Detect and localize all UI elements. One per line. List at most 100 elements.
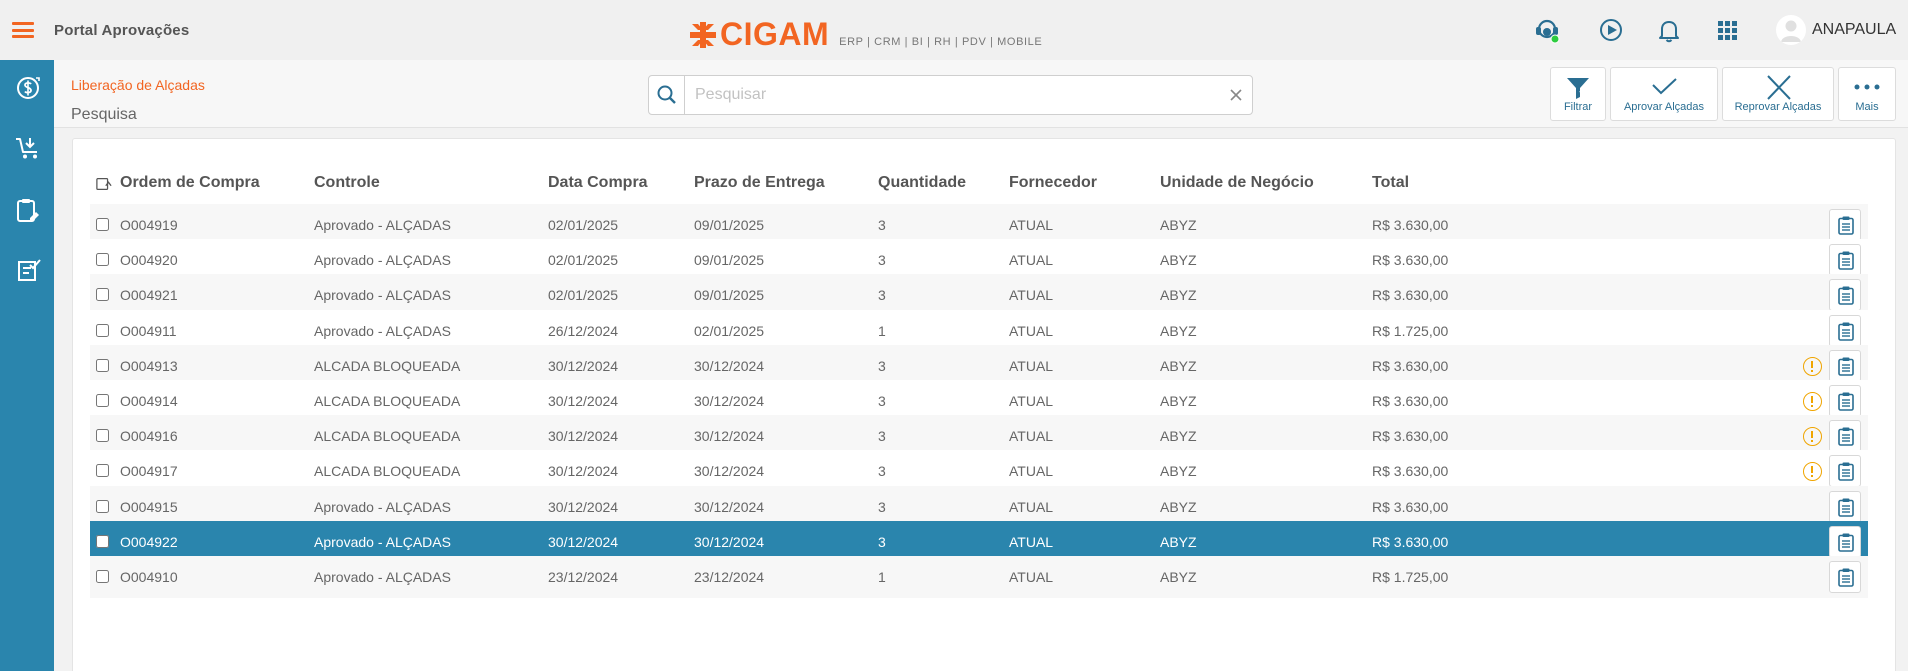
column-header-control[interactable]: Controle bbox=[314, 174, 380, 192]
cell-supplier: ATUAL bbox=[1009, 393, 1054, 409]
cell-date: 02/01/2025 bbox=[548, 287, 619, 304]
row-checkbox[interactable] bbox=[96, 570, 109, 583]
cell-unit: ABYZ bbox=[1160, 463, 1197, 480]
cell-quantity: 3 bbox=[878, 217, 886, 233]
play-circle-icon[interactable] bbox=[1597, 16, 1625, 44]
column-header-supplier[interactable]: Fornecedor bbox=[1009, 174, 1097, 192]
clipboard-icon bbox=[1838, 462, 1854, 482]
cell-quantity: 3 bbox=[878, 252, 886, 269]
cell-total: R$ 1.725,00 bbox=[1372, 322, 1449, 339]
search-button[interactable] bbox=[649, 76, 685, 114]
filter-button[interactable]: Filtrar bbox=[1550, 67, 1606, 121]
checklist-icon[interactable] bbox=[14, 256, 42, 284]
column-header-date[interactable]: Data Compra bbox=[548, 174, 648, 192]
cell-date: 02/01/2025 bbox=[548, 217, 619, 233]
warning-icon[interactable] bbox=[1803, 462, 1822, 482]
row-checkbox[interactable] bbox=[96, 394, 109, 407]
cell-total: R$ 3.630,00 bbox=[1372, 217, 1449, 233]
row-checkbox[interactable] bbox=[96, 288, 109, 302]
clipboard-icon bbox=[1838, 357, 1854, 376]
row-detail-button[interactable] bbox=[1829, 561, 1861, 593]
user-menu[interactable]: ANAPAULA bbox=[1776, 15, 1896, 45]
breadcrumb[interactable]: Liberação de Alçadas bbox=[71, 77, 205, 93]
row-detail-button[interactable] bbox=[1829, 279, 1861, 312]
cell-date: 23/12/2024 bbox=[548, 569, 619, 585]
cell-order: O004917 bbox=[120, 463, 178, 480]
row-detail-button[interactable] bbox=[1829, 209, 1861, 241]
app-title: Portal Aprovações bbox=[54, 22, 190, 39]
row-detail-button[interactable] bbox=[1829, 490, 1861, 523]
row-detail-button[interactable] bbox=[1829, 385, 1861, 417]
cell-order: O004920 bbox=[120, 252, 178, 269]
cell-quantity: 3 bbox=[878, 428, 886, 445]
cell-order: O004921 bbox=[120, 287, 178, 304]
brand-tagline: ERP | CRM | BI | RH | PDV | MOBILE bbox=[839, 36, 1043, 48]
row-detail-button[interactable] bbox=[1829, 525, 1861, 558]
reject-button[interactable]: Reprovar Alçadas bbox=[1722, 67, 1834, 121]
row-detail-button[interactable] bbox=[1829, 349, 1861, 382]
more-button[interactable]: Mais bbox=[1838, 67, 1896, 121]
warning-icon[interactable] bbox=[1803, 427, 1822, 447]
search-input[interactable] bbox=[695, 85, 1215, 105]
row-checkbox[interactable] bbox=[96, 429, 109, 443]
cell-order: O004910 bbox=[120, 569, 178, 585]
cell-supplier: ATUAL bbox=[1009, 287, 1054, 304]
cell-control: Aprovado - ALÇADAS bbox=[314, 533, 451, 550]
column-header-deadline[interactable]: Prazo de Entrega bbox=[694, 174, 825, 192]
row-checkbox[interactable] bbox=[96, 218, 109, 231]
cell-deadline: 23/12/2024 bbox=[694, 569, 765, 585]
cell-deadline: 30/12/2024 bbox=[694, 533, 765, 550]
row-detail-button[interactable] bbox=[1829, 420, 1861, 453]
finance-icon[interactable] bbox=[14, 74, 42, 102]
cart-download-icon[interactable] bbox=[14, 134, 42, 162]
row-checkbox[interactable] bbox=[96, 499, 109, 513]
clipboard-edit-icon[interactable] bbox=[14, 196, 42, 224]
search-bar bbox=[648, 75, 1253, 115]
cell-unit: ABYZ bbox=[1160, 322, 1197, 339]
cell-supplier: ATUAL bbox=[1009, 498, 1054, 515]
hamburger-menu-icon[interactable] bbox=[12, 22, 34, 38]
warning-icon[interactable] bbox=[1803, 392, 1822, 411]
row-checkbox[interactable] bbox=[96, 253, 109, 267]
column-header-total[interactable]: Total bbox=[1372, 174, 1409, 192]
search-icon bbox=[657, 85, 676, 104]
approve-button[interactable]: Aprovar Alçadas bbox=[1610, 67, 1718, 121]
table-row[interactable]: O004910 Aprovado - ALÇADAS 23/12/2024 23… bbox=[90, 556, 1868, 598]
support-headset-icon[interactable] bbox=[1533, 16, 1561, 44]
column-header-unit[interactable]: Unidade de Negócio bbox=[1160, 174, 1314, 192]
cell-quantity: 3 bbox=[878, 498, 886, 515]
apps-grid-icon[interactable] bbox=[1713, 16, 1741, 44]
row-detail-button[interactable] bbox=[1829, 314, 1861, 347]
row-checkbox[interactable] bbox=[96, 464, 109, 478]
checkmark-icon bbox=[1652, 78, 1677, 95]
user-avatar-icon bbox=[1776, 15, 1806, 45]
clear-search-icon[interactable] bbox=[1228, 87, 1244, 103]
cell-unit: ABYZ bbox=[1160, 569, 1197, 585]
bell-icon[interactable] bbox=[1655, 16, 1683, 44]
cell-supplier: ATUAL bbox=[1009, 428, 1054, 445]
cell-supplier: ATUAL bbox=[1009, 463, 1054, 480]
warning-icon[interactable] bbox=[1803, 356, 1822, 376]
cell-order: O004913 bbox=[120, 357, 178, 374]
clipboard-icon bbox=[1838, 286, 1854, 306]
cell-date: 30/12/2024 bbox=[548, 533, 619, 550]
column-header-quantity[interactable]: Quantidade bbox=[878, 174, 966, 192]
cell-control: ALCADA BLOQUEADA bbox=[314, 428, 461, 445]
row-checkbox[interactable] bbox=[96, 358, 109, 372]
cell-supplier: ATUAL bbox=[1009, 217, 1054, 233]
filter-label: Filtrar bbox=[1563, 101, 1593, 113]
cell-total: R$ 3.630,00 bbox=[1372, 428, 1449, 445]
cell-total: R$ 3.630,00 bbox=[1372, 393, 1449, 409]
clipboard-icon bbox=[1838, 216, 1854, 235]
cell-date: 30/12/2024 bbox=[548, 428, 619, 445]
cell-order: O004915 bbox=[120, 498, 178, 515]
cell-order: O004914 bbox=[120, 393, 178, 409]
row-checkbox[interactable] bbox=[96, 534, 109, 548]
row-checkbox[interactable] bbox=[96, 323, 109, 337]
row-detail-button[interactable] bbox=[1829, 455, 1861, 488]
clipboard-icon bbox=[1838, 533, 1854, 552]
cell-deadline: 09/01/2025 bbox=[694, 252, 765, 269]
select-all-checkbox-icon[interactable] bbox=[96, 176, 112, 192]
row-detail-button[interactable] bbox=[1829, 244, 1861, 277]
column-header-order[interactable]: Ordem de Compra bbox=[120, 174, 260, 192]
